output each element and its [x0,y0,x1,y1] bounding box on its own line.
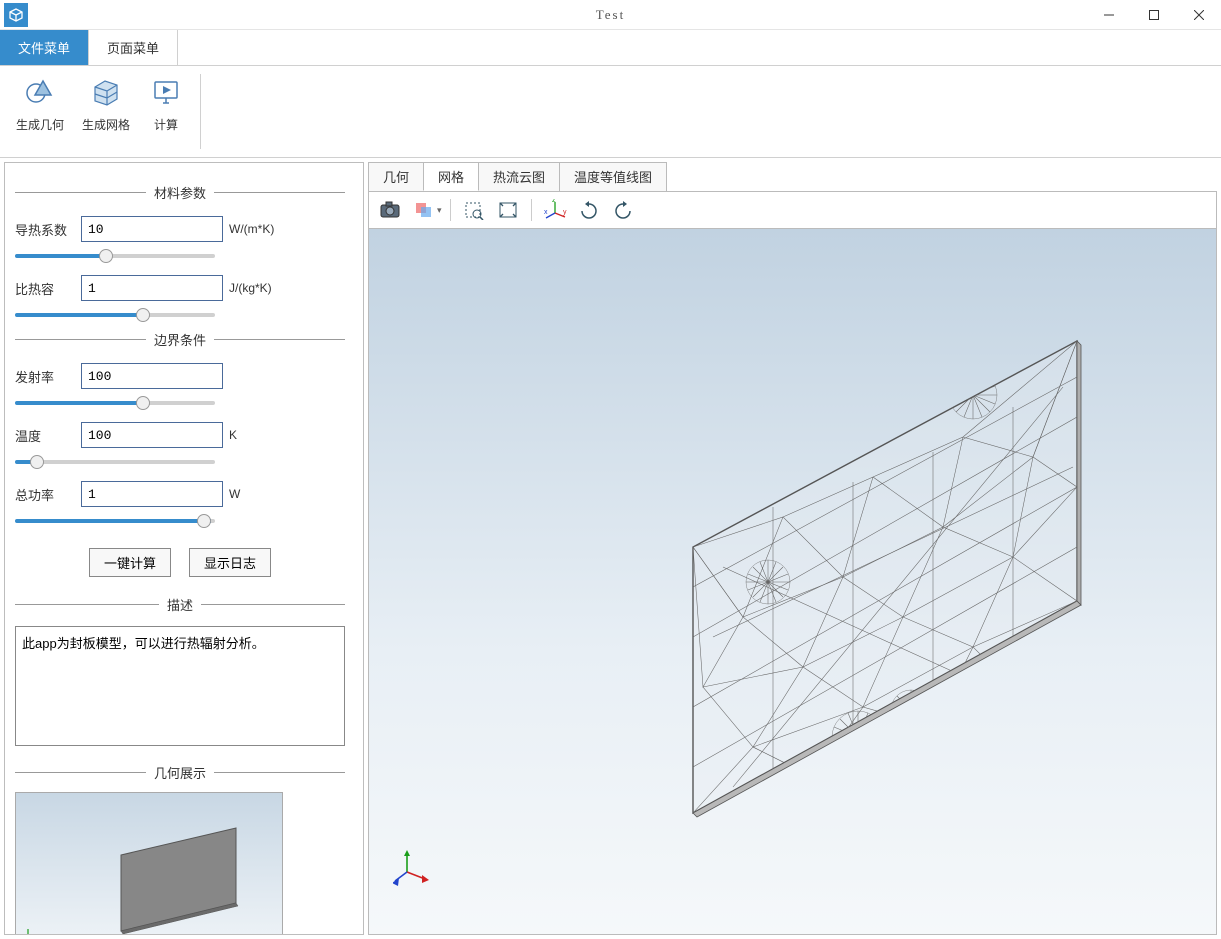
zoom-box-icon[interactable] [459,196,489,224]
ribbon-compute-label: 计算 [154,116,178,133]
param-k-label: 导热系数 [15,220,75,239]
tab-file-menu[interactable]: 文件菜单 [0,30,89,65]
section-geom-display-title: 几何展示 [146,763,214,782]
view-tab-heatmap[interactable]: 热流云图 [478,162,560,191]
param-cp-label: 比热容 [15,279,75,298]
mesh-rendering [473,287,1113,847]
param-emiss-slider[interactable] [15,401,215,405]
right-panel: 几何 网格 热流云图 温度等值线图 ▾ zyx [368,162,1217,935]
param-emiss-input[interactable] [81,363,223,389]
toolbar-separator-2 [531,199,532,221]
param-k-slider[interactable] [15,254,215,258]
geom-preview[interactable] [15,792,283,935]
param-temp-input[interactable] [81,422,223,448]
param-power-label: 总功率 [15,485,75,504]
ribbon-gen-mesh-label: 生成网格 [82,116,130,133]
param-power-row: 总功率 W [15,481,345,507]
close-button[interactable] [1176,0,1221,30]
button-row: 一键计算 显示日志 [15,548,345,577]
compute-icon [148,74,184,110]
description-textarea[interactable] [15,626,345,746]
section-boundary-title: 边界条件 [146,330,214,349]
param-cp-slider[interactable] [15,313,215,317]
param-temp-label: 温度 [15,426,75,445]
ribbon-gen-geom-label: 生成几何 [16,116,64,133]
camera-icon[interactable] [375,196,405,224]
section-description-title: 描述 [159,595,201,614]
param-power-input[interactable] [81,481,223,507]
svg-text:y: y [563,209,567,216]
view-tab-mesh[interactable]: 网格 [423,162,479,191]
minimize-button[interactable] [1086,0,1131,30]
ribbon-compute[interactable]: 计算 [142,70,190,153]
param-power-unit: W [229,487,289,501]
transparency-icon[interactable] [409,196,439,224]
main-area: 材料参数 导热系数 W/(m*K) 比热容 J/(kg*K) 边界条件 发射率 … [0,158,1221,939]
param-cp-input[interactable] [81,275,223,301]
section-material-title: 材料参数 [146,183,214,202]
param-k-unit: W/(m*K) [229,222,289,236]
ribbon-gen-geom[interactable]: 生成几何 [10,70,70,153]
section-material: 材料参数 [15,183,345,202]
viewport-3d[interactable] [368,228,1217,935]
param-power-slider[interactable] [15,519,215,523]
ribbon-gen-mesh[interactable]: 生成网格 [76,70,136,153]
view-tabs: 几何 网格 热流云图 温度等值线图 [368,162,1217,191]
view-tab-contour[interactable]: 温度等值线图 [559,162,667,191]
section-boundary: 边界条件 [15,330,345,349]
param-emiss-row: 发射率 [15,363,345,389]
tab-page-menu[interactable]: 页面菜单 [89,30,178,65]
param-temp-unit: K [229,428,289,442]
geom-icon [22,74,58,110]
window-controls [1086,0,1221,30]
svg-text:z: z [552,199,556,204]
param-temp-row: 温度 K [15,422,345,448]
maximize-button[interactable] [1131,0,1176,30]
view-tab-geom[interactable]: 几何 [368,162,424,191]
param-temp-slider[interactable] [15,460,215,464]
mesh-icon [88,74,124,110]
app-icon [4,3,28,27]
xyz-icon[interactable]: z y x [540,196,570,224]
param-cp-unit: J/(kg*K) [229,281,289,295]
titlebar: Test [0,0,1221,30]
svg-text:x: x [544,209,548,216]
param-emiss-label: 发射率 [15,367,75,386]
param-k-row: 导热系数 W/(m*K) [15,216,345,242]
ribbon-content: 生成几何 生成网格 计算 [0,66,1221,158]
zoom-extents-icon[interactable] [493,196,523,224]
ribbon-tabs: 文件菜单 页面菜单 [0,30,1221,66]
toolbar-separator [450,199,451,221]
window-title: Test [596,7,625,23]
one-click-compute-button[interactable]: 一键计算 [89,548,171,577]
param-k-input[interactable] [81,216,223,242]
ribbon-separator [200,74,201,149]
param-cp-row: 比热容 J/(kg*K) [15,275,345,301]
left-panel: 材料参数 导热系数 W/(m*K) 比热容 J/(kg*K) 边界条件 发射率 … [4,162,364,935]
section-description: 描述 [15,595,345,614]
rotate-ccw-icon[interactable] [608,196,638,224]
view-toolbar: ▾ zyx [368,191,1217,228]
rotate-cw-icon[interactable] [574,196,604,224]
axis-triad [393,846,433,886]
section-geom-display: 几何展示 [15,763,345,782]
show-log-button[interactable]: 显示日志 [189,548,271,577]
